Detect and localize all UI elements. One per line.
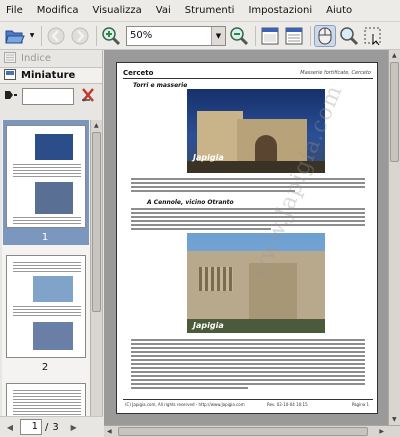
thumbnail-photo (35, 134, 73, 160)
page-header-title: Cerceto (123, 69, 154, 77)
thumbnail-photo (33, 322, 73, 350)
page-footer-revision: Rev. 02-10-04 10:15 (267, 402, 308, 407)
page-footer-page: Pagina 1 (351, 402, 369, 407)
back-icon (47, 27, 65, 44)
chevron-down-icon[interactable]: ▼ (211, 26, 225, 45)
select-tool-icon (364, 27, 381, 45)
thumbnail-scrollbar[interactable]: ▲ ▼ (90, 120, 102, 437)
tab-indice[interactable]: Indice (0, 50, 102, 67)
menu-modifica[interactable]: Modifica (37, 5, 79, 16)
select-tool-button[interactable] (362, 25, 384, 47)
photo-arch (255, 135, 277, 161)
menu-aiuto[interactable]: Aiuto (326, 5, 352, 16)
document-view[interactable]: Cerceto Masserie fortificate, Cerceto To… (104, 50, 400, 437)
zoom-out-button[interactable] (228, 25, 250, 47)
thumbnail-number-2: 2 (41, 362, 49, 373)
thumbnail-photo (35, 182, 73, 214)
browse-tool-button[interactable] (314, 24, 336, 47)
document-vertical-scrollbar[interactable]: ▲ ▼ (388, 50, 400, 425)
page-total: 3 (52, 421, 59, 433)
paragraph-description (131, 339, 365, 391)
magnifier-tool-button[interactable] (338, 25, 360, 47)
toolbar-separator (41, 25, 42, 46)
page-footer-copyright: (C) Japigia.com, All rights reserved - h… (125, 402, 245, 407)
paragraph-cennole (131, 208, 365, 232)
thumbnail-photo (33, 276, 73, 302)
thumbnail-text (13, 306, 81, 318)
menu-vai[interactable]: Vai (156, 5, 171, 16)
tab-miniature[interactable]: Miniature (0, 67, 102, 84)
page-number-input[interactable]: 1 (20, 419, 42, 435)
section-title-torri: Torri e masserie (133, 82, 188, 89)
tab-indice-label: Indice (21, 53, 52, 64)
next-page-icon[interactable]: ▶ (67, 420, 81, 434)
toolbar-separator (310, 25, 311, 46)
facing-pages-button[interactable] (283, 25, 305, 47)
thumbnail-search-input[interactable] (22, 87, 74, 105)
thumbnail-search-row (0, 84, 102, 108)
photo-watermark-logo: Japigia (193, 153, 224, 162)
browse-tool-icon (318, 27, 332, 44)
menu-file[interactable]: File (6, 5, 23, 16)
paragraph-torri (131, 178, 365, 194)
zoom-out-icon (230, 26, 249, 45)
menu-visualizza[interactable]: Visualizza (93, 5, 142, 16)
thumbnail-number-1: 1 (41, 232, 49, 243)
sidebar: Indice Miniature 1 2 ▲ (0, 50, 103, 437)
zoom-value: 50% (130, 30, 153, 41)
open-icon (5, 30, 25, 43)
clear-search-icon[interactable] (80, 87, 96, 106)
zoom-in-icon (102, 26, 121, 45)
scroll-right-icon[interactable]: ▶ (379, 428, 384, 435)
toolbar-separator (96, 25, 97, 46)
scrollbar-thumb[interactable] (118, 427, 368, 436)
toolbar-separator (255, 25, 256, 46)
magnifier-tool-icon (340, 26, 359, 45)
photo-watermark-logo: Japigia (193, 321, 224, 330)
thumbnails-icon (4, 68, 16, 83)
page-header-subtitle: Masserie fortificate, Cerceto (300, 70, 371, 76)
section-title-cennole: A Cennole, vicino Otranto (147, 199, 234, 206)
search-arrow-icon (4, 89, 18, 104)
thumbnail-text (13, 164, 81, 178)
zoom-select[interactable]: 50% ▼ (126, 25, 226, 46)
thumbnail-list: 1 2 (2, 120, 100, 437)
previous-page-icon[interactable]: ◀ (3, 420, 17, 434)
page-separator: / (45, 421, 49, 433)
document-page: Cerceto Masserie fortificate, Cerceto To… (116, 62, 378, 414)
back-button[interactable] (45, 25, 67, 47)
scroll-up-icon[interactable]: ▲ (392, 52, 397, 59)
thumbnail-page-2[interactable] (6, 255, 86, 358)
single-page-icon (261, 27, 279, 44)
open-dropdown[interactable]: ▼ (28, 25, 36, 47)
facing-pages-icon (285, 27, 303, 44)
toolbar: ▼ 50% ▼ (0, 22, 400, 50)
contents-icon (4, 51, 16, 66)
single-page-button[interactable] (259, 25, 281, 47)
scrollbar-thumb[interactable] (390, 62, 399, 162)
thumbnail-text (13, 262, 81, 272)
photo-crenellation (199, 267, 233, 291)
menu-impostazioni[interactable]: Impostazioni (248, 5, 312, 16)
tab-miniature-label: Miniature (21, 70, 76, 81)
page-navigation: ◀ 1 / 3 ▶ (0, 416, 103, 437)
scroll-left-icon[interactable]: ◀ (107, 428, 112, 435)
menu-bar: File Modifica Visualizza Vai Strumenti I… (0, 0, 400, 22)
menu-strumenti[interactable]: Strumenti (185, 5, 235, 16)
thumbnail-text (13, 217, 81, 225)
document-horizontal-scrollbar[interactable]: ◀ ▶ (104, 425, 400, 437)
thumbnail-page-1[interactable] (6, 125, 86, 228)
forward-button[interactable] (69, 25, 91, 47)
footer-rule (123, 399, 373, 400)
scroll-down-icon[interactable]: ▼ (392, 416, 397, 423)
scroll-up-icon[interactable]: ▲ (94, 122, 99, 129)
open-button[interactable] (4, 25, 26, 47)
zoom-in-button[interactable] (100, 25, 122, 47)
forward-icon (71, 27, 89, 44)
scrollbar-thumb[interactable] (92, 132, 101, 312)
header-rule (123, 78, 373, 79)
